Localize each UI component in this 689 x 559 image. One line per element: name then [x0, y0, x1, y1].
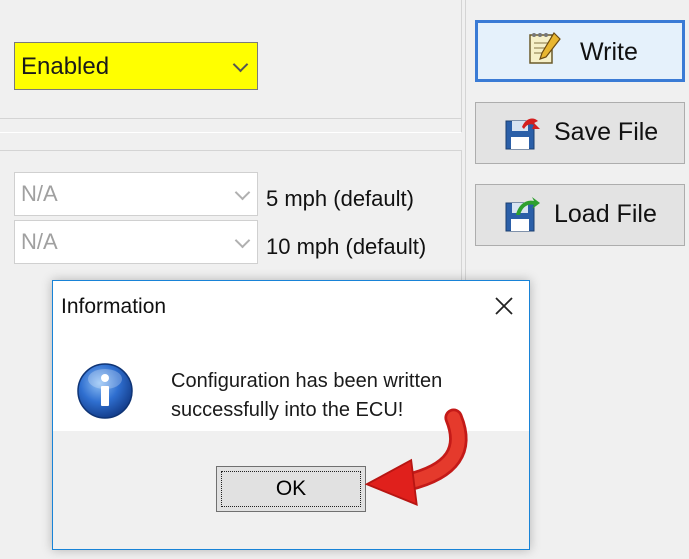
panel-divider-right-2	[461, 150, 462, 290]
floppy-load-icon	[505, 197, 540, 232]
red-arrow-annotation-icon	[364, 408, 468, 506]
panel-divider-outer	[465, 0, 466, 290]
information-icon	[77, 363, 133, 419]
speed-select-2-value: N/A	[21, 229, 58, 254]
notepad-pen-icon	[529, 32, 561, 64]
load-file-button-label: Load File	[554, 200, 657, 228]
panel-divider-right	[461, 0, 462, 132]
mode-select[interactable]: Enabled	[14, 42, 258, 90]
group-top-border	[0, 118, 461, 119]
speed-select-2[interactable]: N/A	[14, 220, 258, 264]
save-file-button-label: Save File	[554, 118, 659, 146]
ok-button-label: OK	[275, 477, 307, 500]
save-file-button[interactable]: Save File	[475, 102, 685, 164]
dialog-title-bar: Information	[53, 281, 529, 331]
chevron-down-icon	[234, 184, 251, 201]
dialog-title: Information	[61, 295, 167, 318]
chevron-down-icon	[232, 56, 249, 73]
dialog-message-line-1: Configuration has been written	[171, 370, 443, 392]
speed-label-2: 10 mph (default)	[266, 234, 427, 259]
speed-select-1[interactable]: N/A	[14, 172, 258, 216]
group-bottom-border	[0, 150, 461, 151]
ok-button[interactable]: OK	[216, 466, 366, 512]
load-file-button[interactable]: Load File	[475, 184, 685, 246]
speed-label-1: 5 mph (default)	[266, 186, 414, 211]
speed-select-1-value: N/A	[21, 181, 58, 206]
close-icon[interactable]	[489, 291, 519, 321]
floppy-save-icon	[505, 118, 540, 150]
write-button-label: Write	[580, 38, 638, 66]
mode-select-value: Enabled	[21, 53, 110, 80]
write-button[interactable]: Write	[475, 20, 685, 82]
group-bottom-border-2	[0, 132, 461, 133]
chevron-down-icon	[234, 232, 251, 249]
